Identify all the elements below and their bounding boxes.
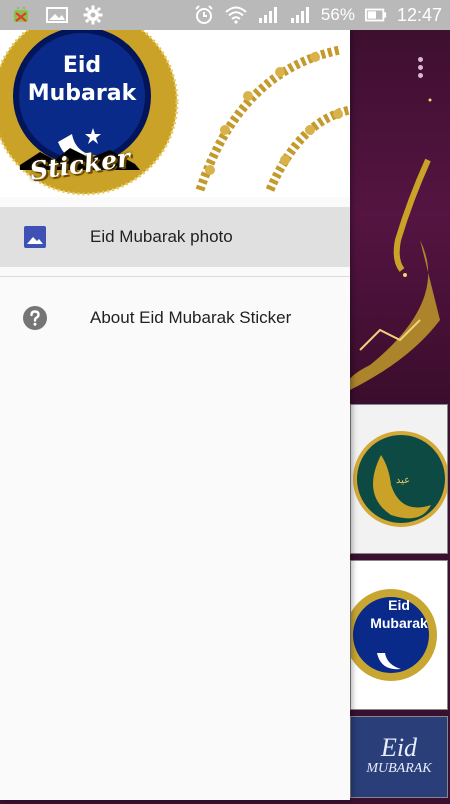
thumb-text-line2: Mubarak [370,615,428,631]
svg-text:عيد: عيد [396,475,410,486]
nav-item-eid-mubarak-photo[interactable]: Eid Mubarak photo [0,207,350,267]
logo-line-mubarak: Mubarak [27,81,137,106]
photo-thumbnail[interactable]: Eid Mubarak [350,560,448,710]
alarm-clock-icon [193,4,215,26]
photo-thumbnail[interactable]: عيد [350,404,448,554]
status-bar: 56% 12:47 [0,0,450,30]
settings-gear-icon [82,4,104,26]
image-notification-icon [46,4,68,26]
nav-item-about[interactable]: About Eid Mubarak Sticker [0,288,350,348]
nav-item-label: About Eid Mubarak Sticker [90,308,292,327]
signal-bars-icon [257,4,279,26]
image-icon [22,224,48,250]
signal-bars-icon [289,4,311,26]
thumb-text-line1: Eid [388,597,410,613]
nav-item-label: Eid Mubarak photo [90,227,233,246]
drawer-header: Eid Mubarak Sticker [0,30,350,197]
divider [0,276,350,277]
battery-icon [364,4,387,26]
gold-crescent-decoration [350,98,440,390]
photo-grid: عيد Eid Mubarak Eid MUBARAK [350,402,450,804]
thumb-text-line1: Eid [380,733,418,762]
photo-thumbnail[interactable]: Eid MUBARAK [350,716,448,798]
android-debug-icon [10,4,32,26]
logo-line-eid: Eid [62,53,102,78]
background-app: عيد Eid Mubarak Eid MUBARAK [350,30,450,800]
clock-time: 12:47 [396,4,442,25]
app-banner [350,30,450,400]
wifi-icon [225,4,247,26]
logo-text: Eid Mubarak [0,52,164,108]
battery-percent: 56% [320,5,355,24]
help-circle-icon [22,305,48,331]
navigation-drawer: Eid Mubarak Sticker Eid Mubarak photo Ab… [0,30,350,800]
thumb-text-line2: MUBARAK [366,761,432,776]
